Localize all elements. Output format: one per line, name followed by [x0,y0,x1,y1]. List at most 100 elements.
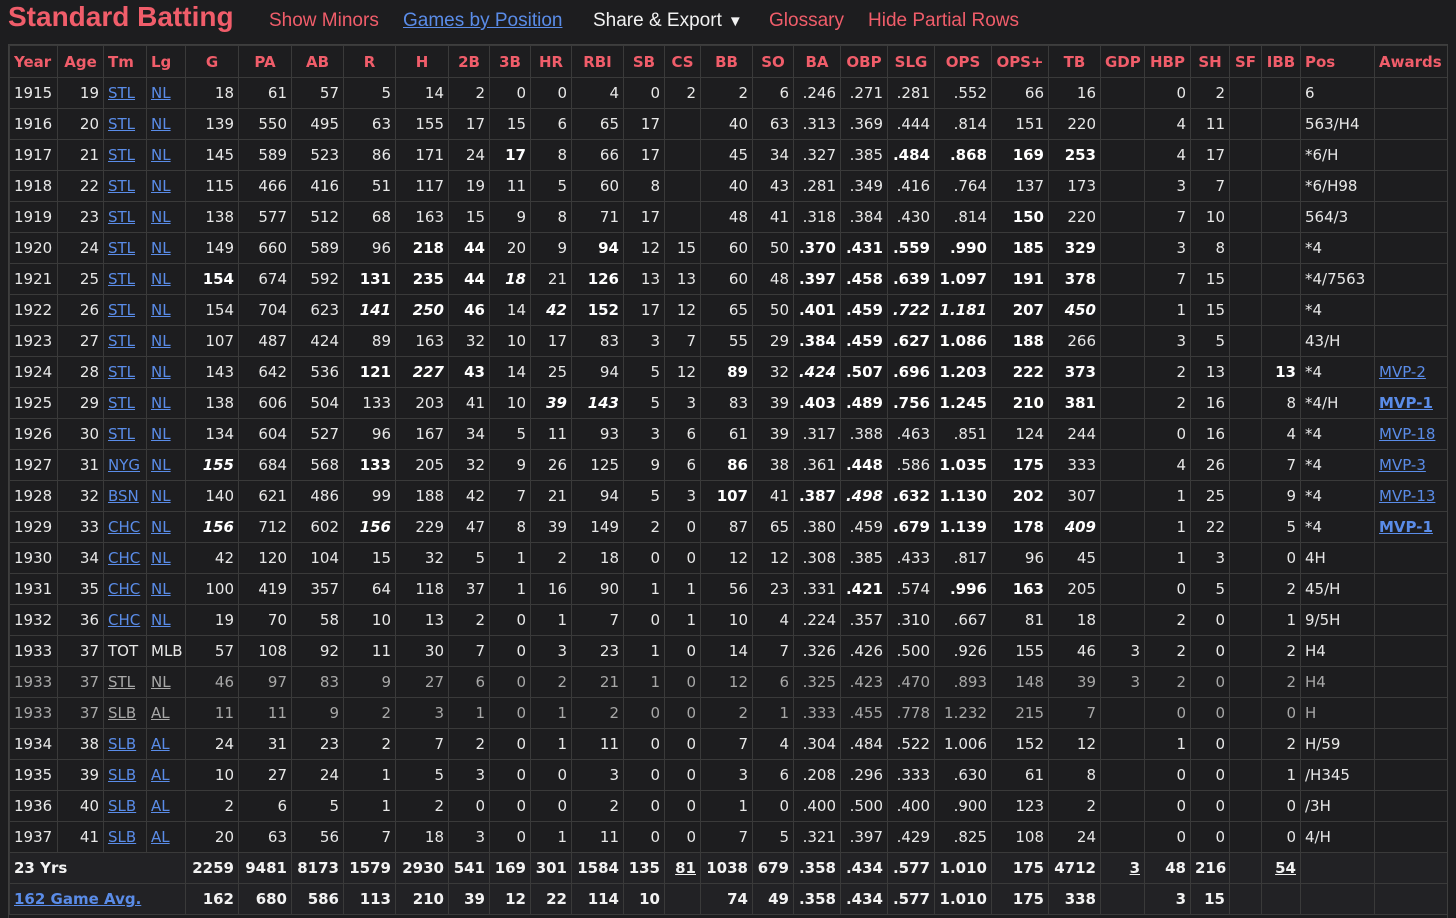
cell-tm[interactable]: STL [103,77,147,109]
col-header-sb[interactable]: SB [623,45,665,78]
col-header-ops[interactable]: OPS [934,45,992,78]
cell-tm[interactable]: CHC [103,542,147,574]
cell-lg[interactable]: NL [146,573,186,605]
footer-cell-ibb[interactable]: 54 [1261,852,1301,884]
col-header-year[interactable]: Year [9,45,58,78]
show-minors-button[interactable]: Show Minors [269,10,379,32]
cell-lg[interactable]: NL [146,139,186,171]
col-header-tb[interactable]: TB [1048,45,1101,78]
col-header-obp[interactable]: OBP [840,45,888,78]
cell-lg[interactable]: NL [146,232,186,264]
cell-tm[interactable]: BSN [103,480,147,512]
cell-tm[interactable]: SLB [103,821,147,853]
cell-tm[interactable]: STL [103,232,147,264]
cell-tm[interactable]: STL [103,387,147,419]
footer-cell-cs[interactable]: 81 [664,852,701,884]
cell-lg[interactable]: NL [146,356,186,388]
col-header-r[interactable]: R [343,45,396,78]
cell-lg[interactable]: NL [146,77,186,109]
cell-lg[interactable]: NL [146,325,186,357]
cell-tm[interactable]: STL [103,356,147,388]
col-header-tm[interactable]: Tm [103,45,147,78]
cell-lg[interactable]: AL [146,821,186,853]
cell-tm[interactable]: SLB [103,759,147,791]
cell-tm[interactable]: STL [103,325,147,357]
cell-lg[interactable]: NL [146,511,186,543]
col-header-ba[interactable]: BA [793,45,841,78]
cell-lg[interactable]: NL [146,201,186,233]
col-header-3b[interactable]: 3B [489,45,531,78]
cell-tm[interactable]: SLB [103,790,147,822]
col-header-age[interactable]: Age [57,45,104,78]
cell-tm[interactable]: CHC [103,511,147,543]
col-header-bb[interactable]: BB [700,45,753,78]
cell-hr: 0 [530,77,572,109]
col-header-awards[interactable]: Awards [1374,45,1447,78]
cell-awards[interactable]: MVP-13 [1374,480,1447,512]
cell-tm[interactable]: STL [103,108,147,140]
col-header-ops[interactable]: OPS+ [991,45,1049,78]
cell-lg[interactable]: NL [146,263,186,295]
cell-tm[interactable]: STL [103,418,147,450]
cell-tm[interactable]: STL [103,170,147,202]
footer-cell-hr: 22 [530,883,572,915]
cell-lg[interactable]: NL [146,542,186,574]
col-header-sf[interactable]: SF [1229,45,1262,78]
cell-awards[interactable]: MVP-2 [1374,356,1447,388]
cell-awards[interactable]: MVP-18 [1374,418,1447,450]
cell-tm[interactable]: STL [103,263,147,295]
footer-cell-gdp[interactable]: 3 [1100,852,1145,884]
cell-lg[interactable]: NL [146,418,186,450]
game-avg-link[interactable]: 162 Game Avg. [9,883,186,915]
cell-tm[interactable]: NYG [103,449,147,481]
glossary-button[interactable]: Glossary [769,10,844,32]
cell-lg[interactable]: NL [146,294,186,326]
cell-r: 96 [343,232,396,264]
col-header-h[interactable]: H [395,45,449,78]
cell-lg[interactable]: AL [146,697,186,729]
col-header-slg[interactable]: SLG [887,45,935,78]
col-header-so[interactable]: SO [752,45,794,78]
cell-lg[interactable]: NL [146,480,186,512]
cell-lg[interactable]: AL [146,759,186,791]
cell-lg[interactable]: NL [146,449,186,481]
cell-3b: 9 [489,449,531,481]
cell-lg[interactable]: NL [146,604,186,636]
cell-tm[interactable]: STL [103,201,147,233]
cell-hr: 1 [530,604,572,636]
col-header-pos[interactable]: Pos [1300,45,1375,78]
cell-tm[interactable]: CHC [103,573,147,605]
cell-awards[interactable]: MVP-1 [1374,511,1447,543]
cell-tm[interactable]: STL [103,139,147,171]
cell-lg[interactable]: AL [146,728,186,760]
cell-lg[interactable]: NL [146,170,186,202]
cell-tm[interactable]: STL [103,666,147,698]
hide-partial-rows-button[interactable]: Hide Partial Rows [868,10,1019,32]
col-header-hbp[interactable]: HBP [1144,45,1191,78]
share-export-button[interactable]: Share & Export ▼ [593,10,743,32]
col-header-2b[interactable]: 2B [448,45,490,78]
col-header-ibb[interactable]: IBB [1261,45,1301,78]
cell-tm[interactable]: SLB [103,697,147,729]
cell-lg[interactable]: NL [146,108,186,140]
col-header-ab[interactable]: AB [291,45,344,78]
col-header-gdp[interactable]: GDP [1100,45,1145,78]
table-row: 1915 19 STL NL 18 61 57 5 14 2 0 0 4 0 2 2 6.246.271.281… [9,77,1447,109]
cell-lg[interactable]: NL [146,666,186,698]
cell-lg[interactable]: NL [146,387,186,419]
cell-awards[interactable]: MVP-1 [1374,387,1447,419]
games-by-position-link[interactable]: Games by Position [403,10,562,32]
cell-tm[interactable]: SLB [103,728,147,760]
cell-awards[interactable]: MVP-3 [1374,449,1447,481]
col-header-g[interactable]: G [185,45,239,78]
col-header-rbi[interactable]: RBI [571,45,624,78]
col-header-pa[interactable]: PA [238,45,292,78]
cell-tm[interactable]: CHC [103,604,147,636]
cell-tm[interactable]: STL [103,294,147,326]
cell-2b: 41 [448,387,490,419]
cell-lg[interactable]: AL [146,790,186,822]
col-header-sh[interactable]: SH [1190,45,1230,78]
col-header-cs[interactable]: CS [664,45,701,78]
col-header-lg[interactable]: Lg [146,45,186,78]
col-header-hr[interactable]: HR [530,45,572,78]
